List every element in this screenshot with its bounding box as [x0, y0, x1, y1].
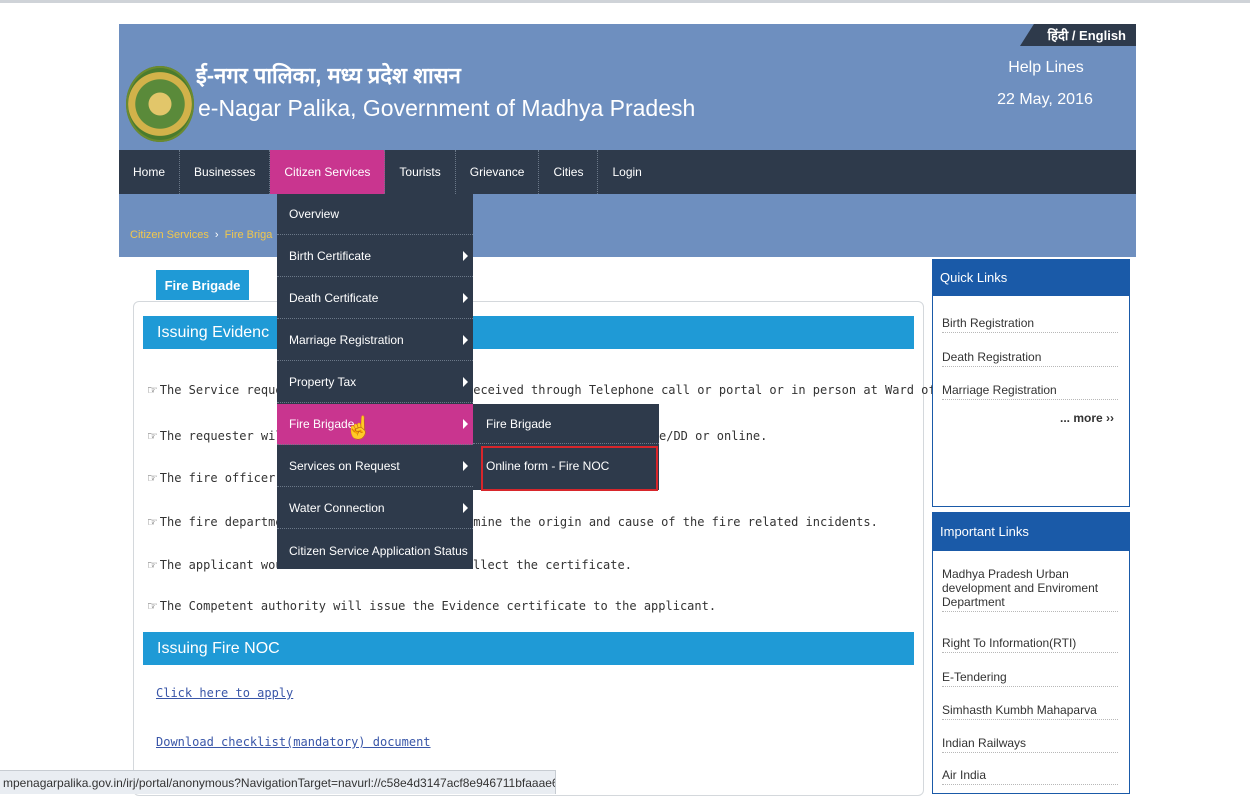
- breadcrumb-parent[interactable]: Citizen Services: [130, 229, 209, 241]
- nav-home[interactable]: Home: [119, 150, 181, 194]
- quick-link-marriage-registration[interactable]: Marriage Registration: [942, 383, 1118, 400]
- bullet-6: ☞ The Competent authority will issue the …: [147, 599, 716, 613]
- content-panel: [133, 301, 924, 796]
- help-lines-link[interactable]: Help Lines: [980, 59, 1112, 77]
- menu-item-application-status[interactable]: Citizen Service Application Status: [277, 530, 473, 571]
- important-links-heading: Important Links: [932, 512, 1130, 550]
- quick-links-more-link[interactable]: ... more ››: [1042, 411, 1114, 425]
- quick-link-death-registration[interactable]: Death Registration: [942, 350, 1118, 367]
- menu-item-label: Birth Certificate: [289, 249, 372, 263]
- bullet-text: The requester will: [159, 429, 290, 443]
- mp-emblem-logo: [126, 66, 194, 142]
- browser-status-bar: mpenagarpalika.gov.in/irj/portal/anonymo…: [0, 770, 556, 794]
- important-link-mp-urban-dev[interactable]: Madhya Pradesh Urban development and Env…: [942, 567, 1118, 612]
- submenu-item-fire-brigade[interactable]: Fire Brigade: [473, 404, 659, 444]
- bullet-5-continued: llect the certificate.: [473, 558, 632, 572]
- bullet-4: ☞ The fire departmen: [147, 515, 290, 529]
- quick-links-heading: Quick Links: [932, 259, 1130, 295]
- submenu-arrow-icon: [463, 419, 468, 429]
- menu-item-overview[interactable]: Overview: [277, 194, 473, 235]
- highlight-annotation-box: [481, 446, 658, 491]
- nav-login[interactable]: Login: [598, 150, 655, 194]
- pointing-hand-icon: ☞: [147, 383, 158, 397]
- section-issuing-evidence-heading: Issuing Evidenc: [143, 316, 914, 349]
- pointing-hand-icon: ☞: [147, 515, 158, 529]
- breadcrumb-separator: ›: [214, 229, 219, 241]
- bullet-text: The Competent authority will issue the E…: [159, 599, 717, 613]
- important-link-air-india[interactable]: Air India: [942, 768, 1118, 785]
- breadcrumb-current: Fire Briga: [224, 229, 273, 241]
- menu-item-death-certificate[interactable]: Death Certificate: [277, 278, 473, 319]
- nav-citizen-services[interactable]: Citizen Services: [270, 150, 386, 194]
- breadcrumb: Citizen Services › Fire Briga: [130, 229, 275, 241]
- site-title-english: e-Nagar Palika, Government of Madhya Pra…: [198, 95, 696, 121]
- submenu-arrow-icon: [463, 335, 468, 345]
- important-link-simhasth[interactable]: Simhasth Kumbh Mahaparva: [942, 703, 1118, 720]
- hand-cursor-icon: ☝: [345, 415, 373, 440]
- breadcrumb-band: [119, 194, 1136, 257]
- nav-businesses[interactable]: Businesses: [180, 150, 271, 194]
- download-checklist-link[interactable]: Download checklist(mandatory) document: [156, 735, 431, 749]
- menu-item-fire-brigade[interactable]: Fire Brigade: [277, 404, 473, 445]
- menu-item-marriage-registration[interactable]: Marriage Registration: [277, 320, 473, 361]
- bullet-1: ☞ The Service reque: [147, 383, 283, 397]
- menu-item-label: Overview: [289, 207, 340, 221]
- site-title-hindi: ई-नगर पालिका, मध्य प्रदेश शासन: [196, 63, 461, 88]
- tab-fire-brigade[interactable]: Fire Brigade: [156, 270, 249, 300]
- menu-item-label: Services on Request: [289, 459, 400, 473]
- menu-item-property-tax[interactable]: Property Tax: [277, 362, 473, 403]
- bullet-text: The applicant wou: [159, 558, 283, 572]
- important-link-rti[interactable]: Right To Information(RTI): [942, 636, 1118, 653]
- submenu-arrow-icon: [463, 293, 468, 303]
- pointing-hand-icon: ☞: [147, 599, 158, 613]
- nav-cities[interactable]: Cities: [539, 150, 599, 194]
- bullet-1-continued: received through Telephone call or porta…: [466, 383, 972, 397]
- header-date: 22 May, 2016: [997, 91, 1093, 108]
- menu-item-label: Property Tax: [289, 375, 357, 389]
- nav-grievance[interactable]: Grievance: [456, 150, 540, 194]
- bullet-text: The fire departmen: [159, 515, 290, 529]
- section-issuing-fire-noc-heading: Issuing Fire NOC: [143, 632, 914, 665]
- menu-item-label: Marriage Registration: [289, 333, 404, 347]
- bullet-4-continued: rmine the origin and cause of the fire r…: [466, 515, 878, 529]
- submenu-arrow-icon: [463, 503, 468, 513]
- pointing-hand-icon: ☞: [147, 471, 158, 485]
- nav-tourists[interactable]: Tourists: [385, 150, 456, 194]
- bullet-text: The Service reque: [159, 383, 283, 397]
- main-nav: Home Businesses Citizen Services Tourist…: [119, 150, 1136, 194]
- bullet-2: ☞ The requester will: [147, 429, 290, 443]
- menu-item-water-connection[interactable]: Water Connection: [277, 488, 473, 529]
- menu-item-birth-certificate[interactable]: Birth Certificate: [277, 236, 473, 277]
- bullet-5: ☞ The applicant wou: [147, 558, 283, 572]
- submenu-arrow-icon: [463, 461, 468, 471]
- bullet-2-continued: e/DD or online.: [659, 429, 768, 443]
- submenu-arrow-icon: [463, 251, 468, 261]
- apply-link[interactable]: Click here to apply: [156, 686, 293, 700]
- submenu-arrow-icon: [463, 377, 468, 387]
- important-link-e-tendering[interactable]: E-Tendering: [942, 670, 1118, 687]
- menu-item-label: Death Certificate: [289, 291, 379, 305]
- menu-item-label: Water Connection: [289, 501, 385, 515]
- pointing-hand-icon: ☞: [147, 429, 158, 443]
- menu-item-label: Citizen Service Application Status: [289, 543, 468, 558]
- important-link-indian-railways[interactable]: Indian Railways: [942, 736, 1118, 753]
- language-toggle[interactable]: हिंदी / English: [1020, 24, 1136, 46]
- menu-item-services-on-request[interactable]: Services on Request: [277, 446, 473, 487]
- browser-top-border: [0, 0, 1250, 3]
- pointing-hand-icon: ☞: [147, 558, 158, 572]
- quick-link-birth-registration[interactable]: Birth Registration: [942, 316, 1118, 333]
